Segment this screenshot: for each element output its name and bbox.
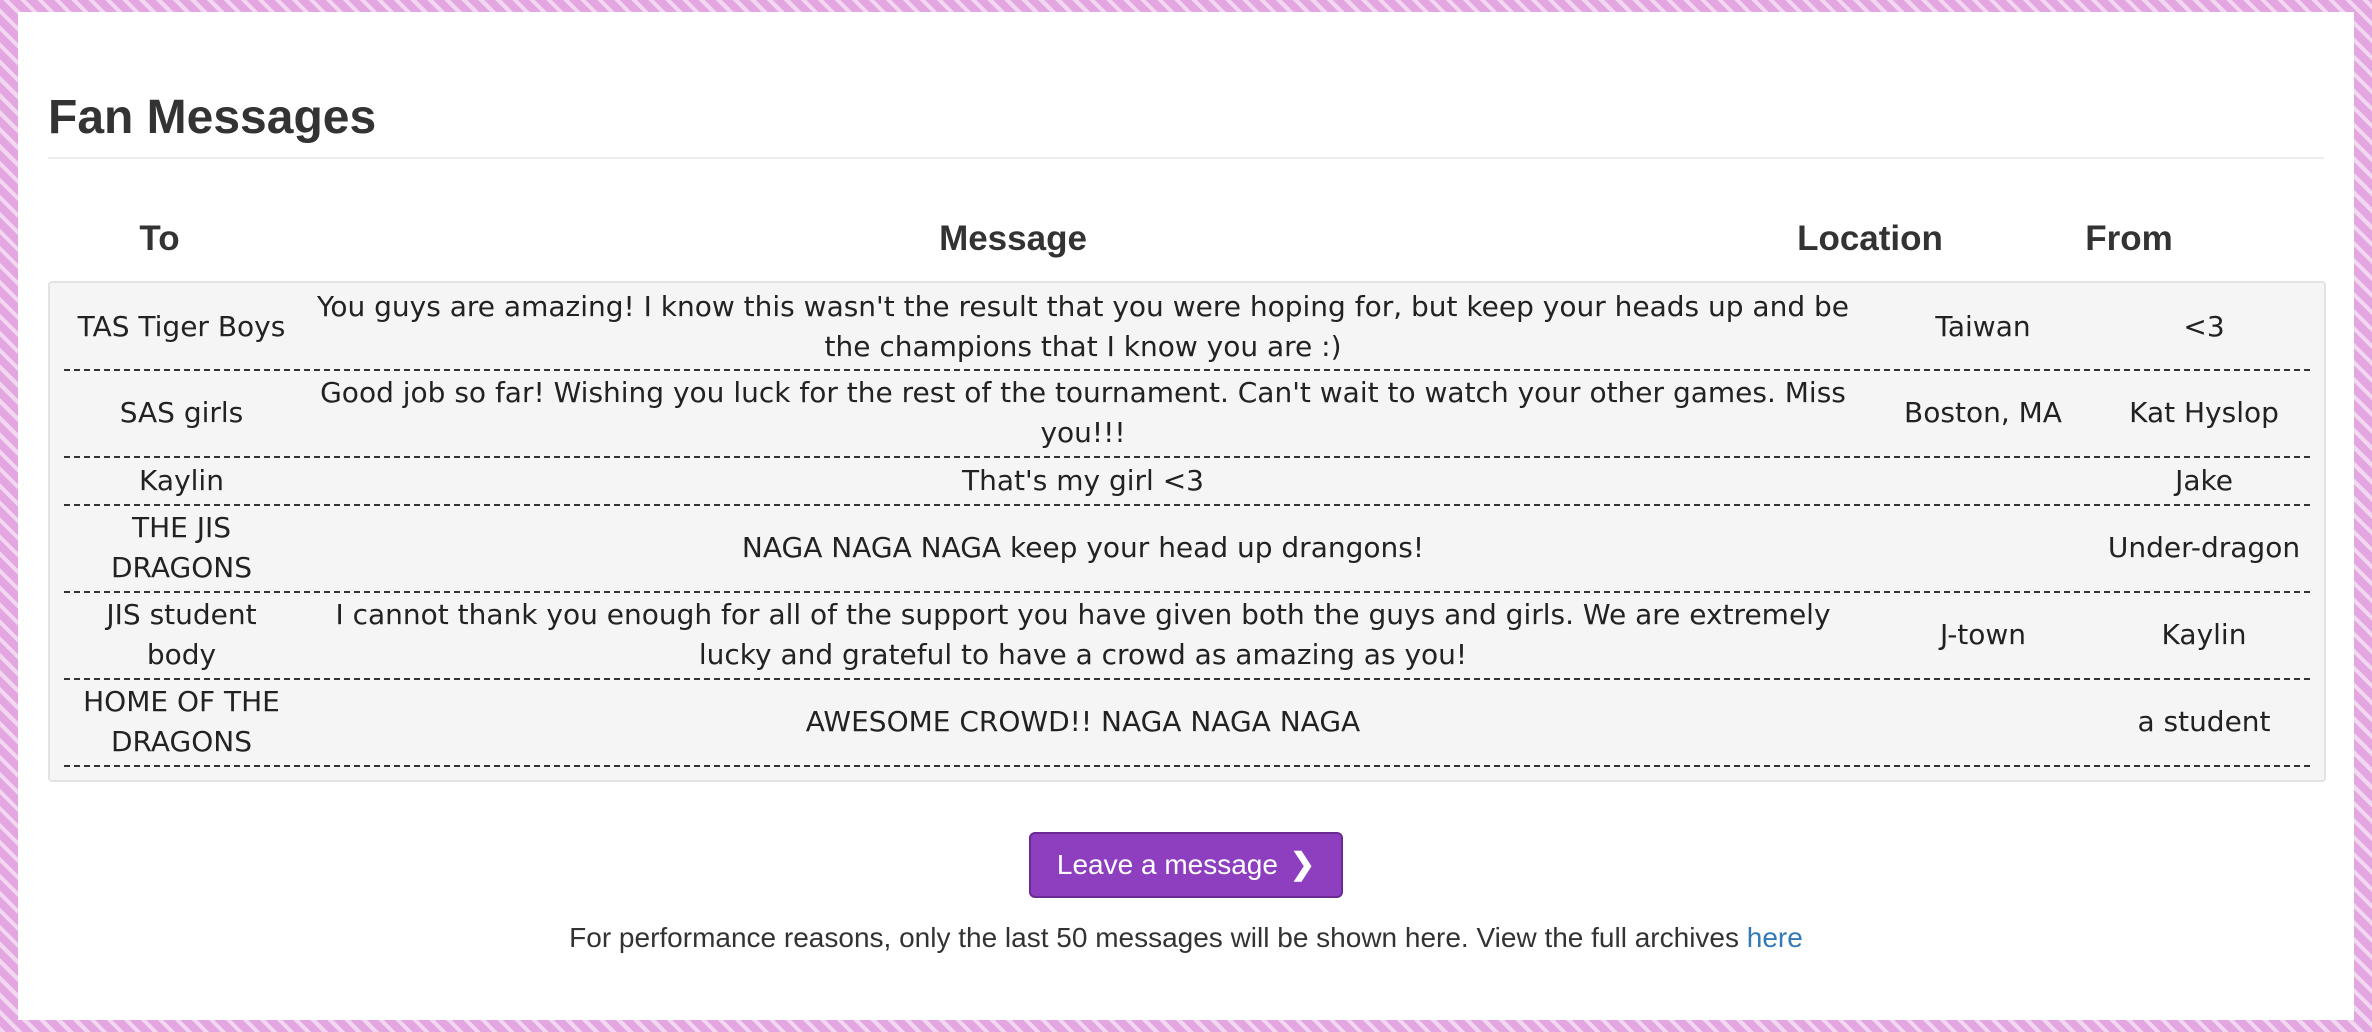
table-row: SAS girls Good job so far! Wishing you l… <box>64 371 2310 458</box>
cell-location: Boston, MA <box>1904 396 2062 430</box>
table-header: To Message Location From <box>48 215 2324 263</box>
archives-link[interactable]: here <box>1747 922 1803 953</box>
cell-from: <3 <box>2183 309 2225 343</box>
cell-from: Kat Hyslop <box>2129 396 2279 430</box>
cell-message: I cannot thank you enough for all of the… <box>335 598 1831 672</box>
header-location: Location <box>1797 218 1943 258</box>
cell-from: Jake <box>2175 463 2233 497</box>
chevron-right-icon: ❯ <box>1289 848 1316 882</box>
footer-note: For performance reasons, only the last 5… <box>48 922 2324 954</box>
cell-from: Kaylin <box>2161 618 2247 652</box>
cell-message: Good job so far! Wishing you luck for th… <box>320 376 1846 450</box>
actions: Leave a message ❯ <box>48 831 2324 898</box>
cell-from: a student <box>2137 705 2271 739</box>
footer-note-text: For performance reasons, only the last 5… <box>569 921 1747 953</box>
cell-to: Kaylin <box>139 463 224 497</box>
cell-to: SAS girls <box>119 396 244 430</box>
leave-message-button[interactable]: Leave a message ❯ <box>1028 831 1344 898</box>
header-from: From <box>2085 218 2173 258</box>
cell-from: Under-dragon <box>2107 531 2301 565</box>
table-row: THE JIS DRAGONS NAGA NAGA NAGA keep your… <box>64 506 2310 593</box>
messages-table: To Message Location From TAS Tiger Boys … <box>48 215 2326 782</box>
cell-to: HOME OF THE DRAGONS <box>83 685 280 759</box>
header-to: To <box>139 218 180 258</box>
cell-message: NAGA NAGA NAGA keep your head up drangon… <box>741 531 1425 565</box>
cell-to: JIS student body <box>106 598 257 672</box>
table-body: TAS Tiger Boys You guys are amazing! I k… <box>48 280 2326 782</box>
content-panel: Fan Messages To Message Location From TA… <box>18 12 2354 1020</box>
cell-message: You guys are amazing! I know this wasn't… <box>316 289 1849 363</box>
cell-location: Taiwan <box>1935 309 2031 343</box>
header-message: Message <box>939 218 1087 258</box>
cell-message: AWESOME CROWD!! NAGA NAGA NAGA <box>805 705 1361 739</box>
table-row: HOME OF THE DRAGONS AWESOME CROWD!! NAGA… <box>64 680 2310 767</box>
leave-message-label: Leave a message <box>1056 848 1278 880</box>
cell-to: TAS Tiger Boys <box>77 309 286 343</box>
table-row: JIS student body I cannot thank you enou… <box>64 593 2310 680</box>
table-row: TAS Tiger Boys You guys are amazing! I k… <box>64 285 2310 371</box>
cell-message: That's my girl <3 <box>962 463 1204 497</box>
cell-to: THE JIS DRAGONS <box>111 511 252 585</box>
cell-location: J-town <box>1939 618 2027 652</box>
page-title: Fan Messages <box>48 91 2324 159</box>
table-row: Kaylin That's my girl <3 Jake <box>64 458 2310 506</box>
